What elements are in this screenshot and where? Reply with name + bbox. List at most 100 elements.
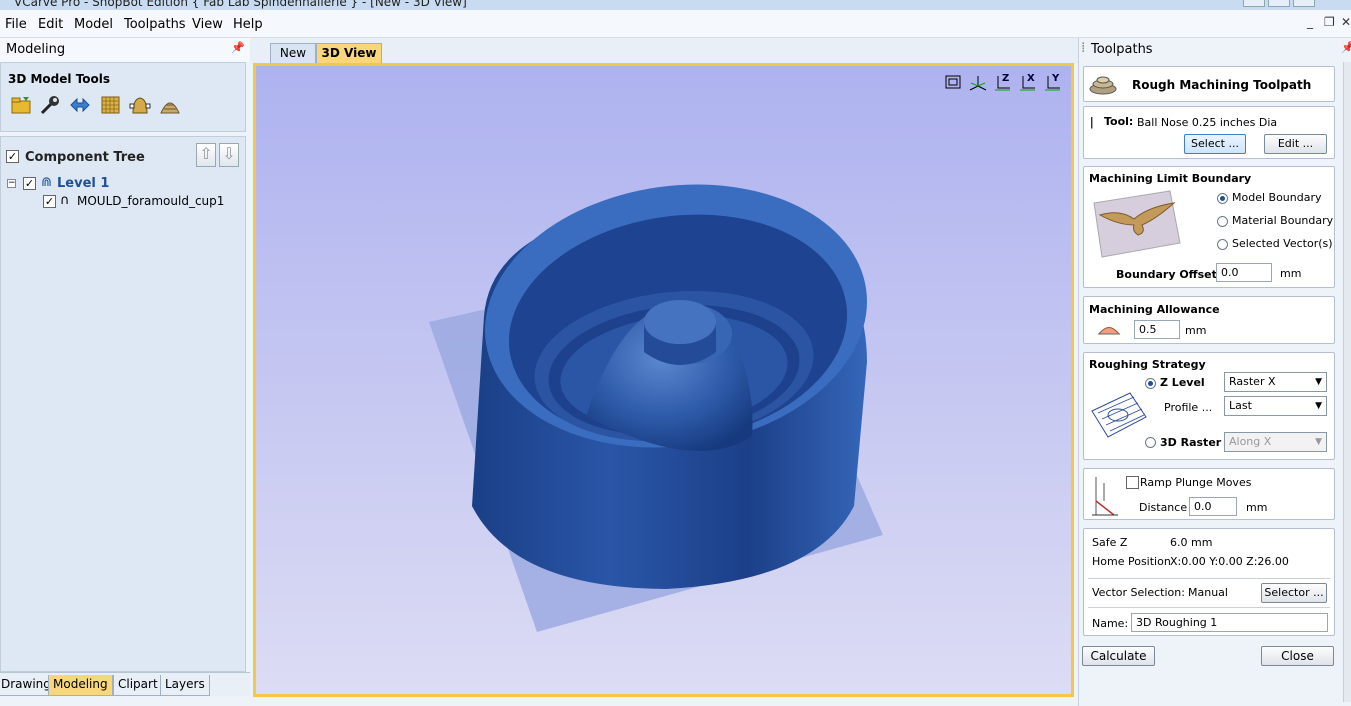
distort-icon[interactable] (129, 95, 151, 115)
tab-clipart[interactable]: Clipart (113, 675, 163, 696)
tool-value: Ball Nose 0.25 inches Dia (1137, 116, 1278, 129)
transform-arrows-icon[interactable] (69, 95, 91, 115)
mdi-close-icon[interactable]: ✕ (1341, 15, 1351, 29)
toolpaths-header: Toolpaths (1091, 42, 1153, 57)
calculate-button[interactable]: Calculate (1082, 646, 1155, 666)
divider (1088, 607, 1330, 608)
mdi-restore-icon[interactable]: ❐ (1324, 15, 1335, 29)
boundary-offset-label: Boundary Offset (1116, 268, 1217, 281)
window-title: VCarve Pro - ShopBot Edition { Fab Lab S… (14, 0, 467, 9)
name-input[interactable]: 3D Roughing 1 (1131, 613, 1328, 632)
minimize-button[interactable] (1243, 0, 1265, 7)
selected-vectors-radio[interactable] (1217, 239, 1228, 250)
allowance-icon (1098, 327, 1120, 335)
tool-box: ǀ Tool: Ball Nose 0.25 inches Dia Select… (1083, 106, 1335, 159)
move-down-button[interactable]: ⇩ (219, 143, 239, 167)
toolpath-title-box: Rough Machining Toolpath (1083, 66, 1335, 102)
strategy-title: Roughing Strategy (1089, 358, 1206, 371)
mdi-minimize-icon[interactable]: _ (1307, 15, 1313, 29)
level-1-checkbox[interactable]: ✓ (23, 177, 36, 190)
selector-button[interactable]: Selector ... (1261, 583, 1327, 603)
chevron-down-icon: ▼ (1315, 401, 1322, 411)
material-boundary-radio[interactable] (1217, 216, 1228, 227)
tab-3d-view[interactable]: 3D View (316, 43, 382, 63)
menu-view[interactable]: View (192, 17, 223, 32)
close-button[interactable]: Close (1261, 646, 1334, 666)
pin-icon[interactable]: 📌 (1341, 41, 1351, 54)
tree-item-mould[interactable]: MOULD_foramould_cup1 (77, 194, 224, 208)
raster-value: Along X (1229, 435, 1272, 448)
rough-machining-icon (1089, 76, 1117, 95)
vector-selection-value: Manual (1188, 586, 1228, 599)
boundary-box: Machining Limit Boundary Model Boundary … (1083, 166, 1335, 288)
ramp-box: Ramp Plunge Moves Distance 0.0 mm (1083, 468, 1335, 520)
menu-edit[interactable]: Edit (38, 17, 63, 32)
panel-scrollbar[interactable] (1343, 62, 1351, 702)
component-tree-box: ✓ Component Tree ⇧ ⇩ − ✓ ⋒ Level 1 ✓ ∩ M… (0, 136, 246, 672)
3d-raster-radio[interactable] (1145, 437, 1156, 448)
material-boundary-label: Material Boundary (1232, 214, 1334, 227)
tool-edit-button[interactable]: Edit ... (1264, 134, 1327, 154)
distance-label: Distance (1139, 501, 1188, 514)
menu-file[interactable]: File (5, 17, 27, 32)
profile-select[interactable]: Last ▼ (1224, 396, 1327, 416)
mould-checkbox[interactable]: ✓ (43, 195, 56, 208)
model-tools-box: 3D Model Tools (0, 62, 246, 132)
tree-item-level-1[interactable]: Level 1 (57, 176, 109, 191)
menu-help[interactable]: Help (233, 17, 263, 32)
move-up-button[interactable]: ⇧ (196, 143, 216, 167)
allowance-title: Machining Allowance (1089, 303, 1220, 316)
selected-vectors-label: Selected Vector(s) (1232, 237, 1333, 250)
zlevel-radio[interactable] (1145, 378, 1156, 389)
close-window-button[interactable] (1293, 0, 1315, 7)
tab-modeling[interactable]: Modeling (48, 675, 113, 696)
boundary-offset-unit: mm (1280, 267, 1302, 280)
texture-icon[interactable] (100, 95, 122, 115)
zlevel-select[interactable]: Raster X ▼ (1224, 372, 1327, 392)
tool-label: Tool: (1104, 115, 1134, 128)
divider (1088, 578, 1330, 579)
ramp-checkbox[interactable] (1126, 476, 1139, 489)
model-boundary-label: Model Boundary (1232, 191, 1322, 204)
panel-grip-icon: ⁞ (1081, 40, 1086, 56)
3d-raster-label: 3D Raster (1160, 436, 1222, 449)
level-icon: ⋒ (41, 175, 52, 190)
pin-icon[interactable]: 📌 (231, 41, 245, 54)
safe-z-label: Safe Z (1092, 536, 1128, 549)
model-boundary-radio[interactable] (1217, 193, 1228, 204)
name-label: Name: (1092, 617, 1129, 630)
mould-dome-icon[interactable] (159, 95, 181, 115)
distance-unit: mm (1246, 501, 1268, 514)
eagle-relief-icon (1093, 190, 1181, 258)
roughing-strategy-icon (1091, 392, 1147, 438)
collapse-toggle[interactable]: − (7, 179, 16, 188)
wrench-icon[interactable] (39, 95, 61, 115)
home-position-value: X:0.00 Y:0.00 Z:26.00 (1170, 555, 1289, 568)
vector-selection-label: Vector Selection: (1092, 586, 1185, 599)
3d-viewport[interactable]: Z X Y (253, 63, 1074, 697)
menu-toolpaths[interactable]: Toolpaths (124, 17, 186, 32)
tab-layers[interactable]: Layers (160, 675, 210, 696)
tab-new[interactable]: New (270, 43, 316, 63)
boundary-title: Machining Limit Boundary (1089, 172, 1252, 185)
toolpath-panel-header: ⁞ Toolpaths 📌 (1079, 38, 1351, 62)
mould-boss-top (644, 300, 716, 344)
home-position-label: Home Position (1092, 555, 1171, 568)
boundary-offset-input[interactable]: 0.0 (1216, 263, 1272, 282)
3d-model-render (429, 184, 883, 632)
zlevel-label: Z Level (1160, 376, 1205, 389)
maximize-button[interactable] (1268, 0, 1290, 7)
tool-select-button[interactable]: Select ... (1184, 134, 1246, 154)
distance-input[interactable]: 0.0 (1189, 497, 1237, 516)
settings-box: Safe Z 6.0 mm Home Position X:0.00 Y:0.0… (1083, 528, 1335, 636)
allowance-input[interactable]: 0.5 (1134, 320, 1180, 339)
chevron-down-icon: ▼ (1315, 437, 1322, 447)
component-tree-checkbox[interactable]: ✓ (6, 150, 19, 163)
menu-model[interactable]: Model (74, 17, 113, 32)
strategy-box: Roughing Strategy Z Level Raster X ▼ Prof… (1083, 352, 1335, 460)
zlevel-value: Raster X (1229, 375, 1276, 388)
safe-z-value: 6.0 mm (1170, 536, 1213, 549)
import-model-icon[interactable] (11, 95, 33, 115)
modeling-panel-header: Modeling 📌 (0, 38, 250, 62)
tool-icon: ǀ (1090, 115, 1094, 129)
